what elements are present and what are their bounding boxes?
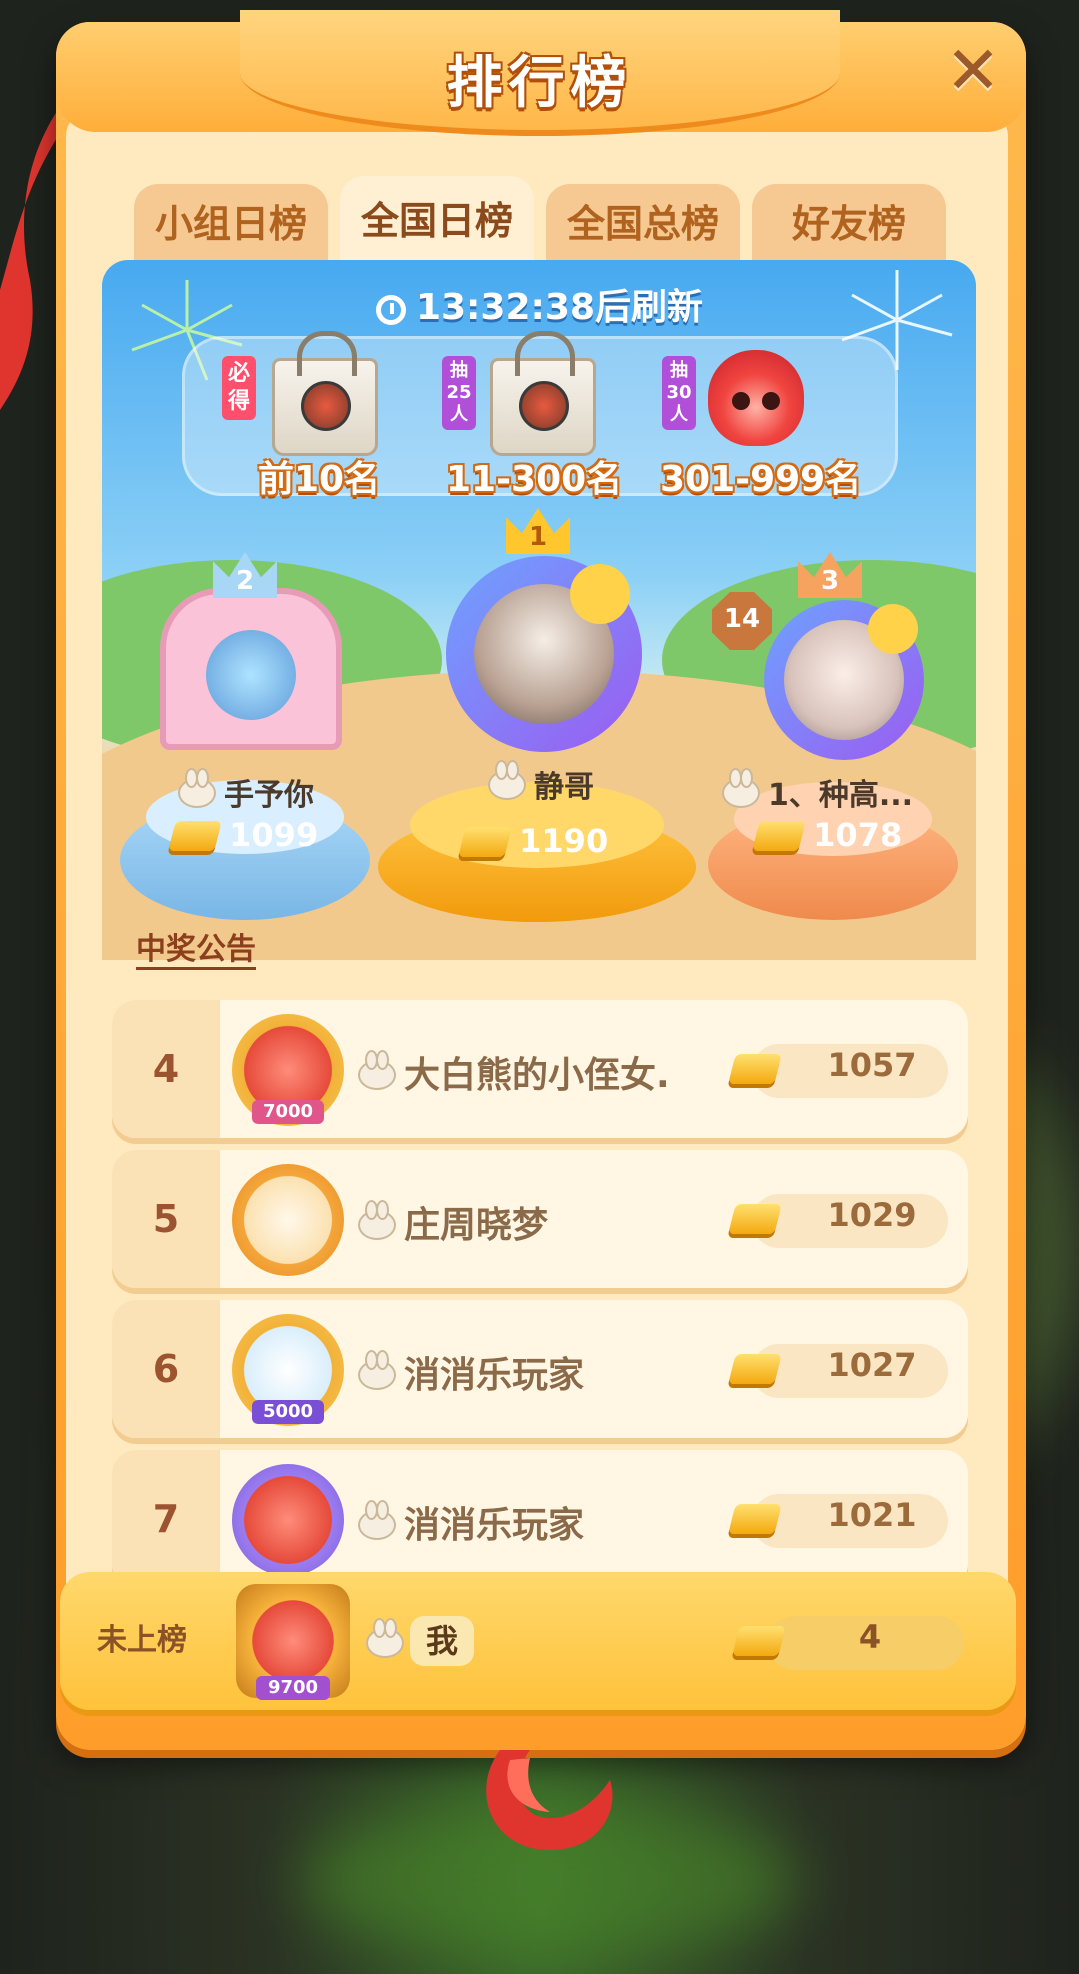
podium-rank: 1 [528,522,548,552]
prize-11-300[interactable]: 抽25人 [440,331,640,456]
gold-bar-icon [732,1626,786,1656]
my-rank-row[interactable]: 未上榜 9700 我 4 [60,1572,1016,1710]
sun-badge-icon [868,604,918,654]
row-name: 消消乐玩家 [358,1346,584,1398]
my-score: 4 [858,1618,882,1656]
red-ribbon-decoration [486,1750,613,1850]
rabbit-icon [178,768,216,808]
close-button[interactable]: ✕ [940,38,1006,104]
tab-friends[interactable]: 好友榜 [752,184,946,264]
podium-score: 1190 [458,822,608,860]
row-score: 1027 [827,1346,917,1384]
leaderboard-row[interactable]: 4 7000 大白熊的小侄女. 1057 [112,1000,968,1138]
tab-national-total[interactable]: 全国总榜 [546,184,740,264]
rabbit-icon [366,1618,404,1658]
rabbit-icon [358,1350,396,1390]
red-fox-plush-icon [708,350,804,446]
gift-bag-icon [272,331,378,456]
gold-bar-icon [752,821,806,851]
prize-label: 301-999名 [660,459,862,500]
podium-rank: 3 [820,566,840,596]
prize-tag: 抽30人 [662,356,696,430]
rabbit-icon [358,1050,396,1090]
prize-label: 11-300名 [446,459,623,500]
tab-national-daily[interactable]: 全国日榜 [340,176,534,266]
sun-badge-icon [570,564,630,624]
gold-bar-icon [728,1354,782,1384]
leaderboard-row[interactable]: 5 庄周晓梦 1029 [112,1150,968,1288]
rabbit-icon [358,1200,396,1240]
row-name: 庄周晓梦 [358,1196,548,1248]
row-score: 1057 [827,1046,917,1084]
podium-score: 1078 [752,816,902,854]
rabbit-icon [488,760,526,800]
refresh-time: 13:32:38 [415,287,596,328]
avatar-second[interactable] [160,588,342,750]
refresh-timer: 13:32:38后刷新 [0,278,1079,330]
my-rank: 未上榜 [97,1623,187,1658]
leaderboard-row[interactable]: 7 消消乐玩家 1021 [112,1450,968,1588]
gift-bag-icon [490,331,596,456]
frame-badge: 5000 [252,1400,324,1424]
gold-bar-icon [458,827,512,857]
refresh-suffix: 后刷新 [595,287,704,328]
knight-helmet-icon [206,630,296,720]
page-title: 排行榜 [446,51,633,116]
my-name: 我 [410,1616,475,1666]
rabbit-icon [358,1500,396,1540]
row-score: 1029 [827,1196,917,1234]
close-icon: ✕ [945,32,1001,109]
leaderboard-row[interactable]: 6 5000 消消乐玩家 1027 [112,1300,968,1438]
podium-score: 1099 [168,816,318,854]
prize-label: 前10名 [258,459,381,500]
row-name: 大白熊的小侄女. [358,1046,670,1098]
row-rank: 5 [152,1197,180,1241]
rabbit-icon [722,768,760,808]
podium-rank: 2 [235,566,255,596]
tab-group-daily[interactable]: 小组日榜 [134,184,328,264]
avatar-puppy[interactable] [232,1164,344,1276]
level-number: 14 [723,604,761,634]
row-name: 消消乐玩家 [358,1496,584,1548]
prize-tag: 抽25人 [442,356,476,430]
avatar-red-fox[interactable] [232,1464,344,1576]
prize-301-999[interactable]: 抽30人 [660,346,860,456]
clock-icon [375,295,406,325]
row-rank: 7 [152,1497,180,1541]
gold-bar-icon [728,1504,782,1534]
row-score: 1021 [827,1496,917,1534]
avatar-first[interactable] [446,556,642,752]
frame-badge: 9700 [256,1676,330,1700]
gold-bar-icon [168,821,222,851]
gold-bar-icon [728,1054,782,1084]
frame-badge: 7000 [252,1100,324,1124]
podium-name: 手予你 [178,768,314,814]
prize-tag: 必得 [222,356,256,420]
prize-top10[interactable]: 必得 [220,331,420,456]
gold-bar-icon [728,1204,782,1234]
podium-name: 1、种高... [722,768,913,814]
winner-announcement-link[interactable]: 中奖公告 [136,924,256,968]
podium-name: 静哥 [488,760,594,806]
avatar-third[interactable] [764,600,924,760]
row-rank: 4 [152,1047,180,1091]
row-rank: 6 [152,1347,180,1391]
